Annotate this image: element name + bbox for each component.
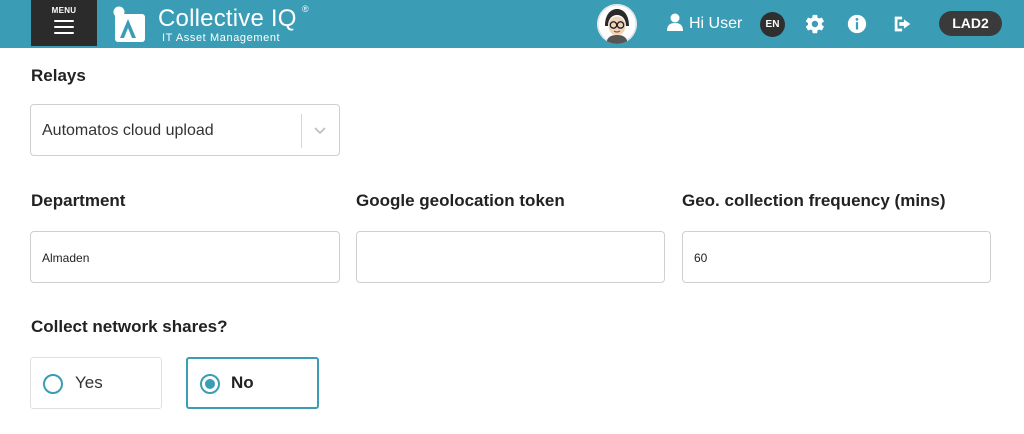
menu-button[interactable]: MENU — [31, 0, 97, 46]
geo-token-field[interactable] — [356, 231, 665, 283]
relays-value: Automatos cloud upload — [42, 122, 214, 139]
brand-title: Collective IQ — [158, 5, 297, 32]
network-shares-yes[interactable]: Yes — [30, 357, 162, 409]
brand-subtitle: IT Asset Management — [162, 32, 281, 44]
network-shares-label: Collect network shares? — [31, 317, 228, 336]
select-divider — [301, 114, 302, 148]
department-value: Almaden — [42, 251, 90, 265]
radio-button-selected[interactable] — [200, 374, 220, 394]
gear-icon[interactable] — [804, 13, 826, 35]
department-field[interactable]: Almaden — [30, 231, 340, 283]
user-icon — [667, 13, 683, 31]
language-selector[interactable]: EN — [760, 12, 785, 37]
geo-frequency-field[interactable]: 60 — [682, 231, 991, 283]
radio-label-yes: Yes — [75, 373, 103, 392]
top-bar: MENU Collective IQ ® IT Asset Management… — [0, 0, 1024, 48]
user-greeting: Hi User — [689, 15, 743, 32]
logo-icon — [113, 6, 145, 42]
info-icon[interactable] — [846, 13, 868, 35]
geo-frequency-value: 60 — [694, 251, 708, 265]
geo-token-label: Google geolocation token — [356, 191, 565, 210]
geo-frequency-label: Geo. collection frequency (mins) — [682, 191, 946, 210]
menu-icon — [54, 20, 74, 34]
brand-registered: ® — [302, 4, 309, 14]
radio-button[interactable] — [43, 374, 63, 394]
user-menu[interactable]: Hi User — [667, 13, 742, 33]
network-shares-no[interactable]: No — [186, 357, 319, 409]
chevron-down-icon[interactable] — [313, 123, 327, 137]
radio-label-no: No — [231, 373, 254, 392]
menu-label: MENU — [51, 6, 77, 15]
logout-icon[interactable] — [892, 13, 914, 35]
relays-select[interactable]: Automatos cloud upload — [30, 104, 340, 156]
relays-label: Relays — [31, 66, 86, 85]
avatar[interactable] — [597, 4, 637, 44]
environment-badge[interactable]: LAD2 — [939, 11, 1002, 36]
department-label: Department — [31, 191, 126, 210]
